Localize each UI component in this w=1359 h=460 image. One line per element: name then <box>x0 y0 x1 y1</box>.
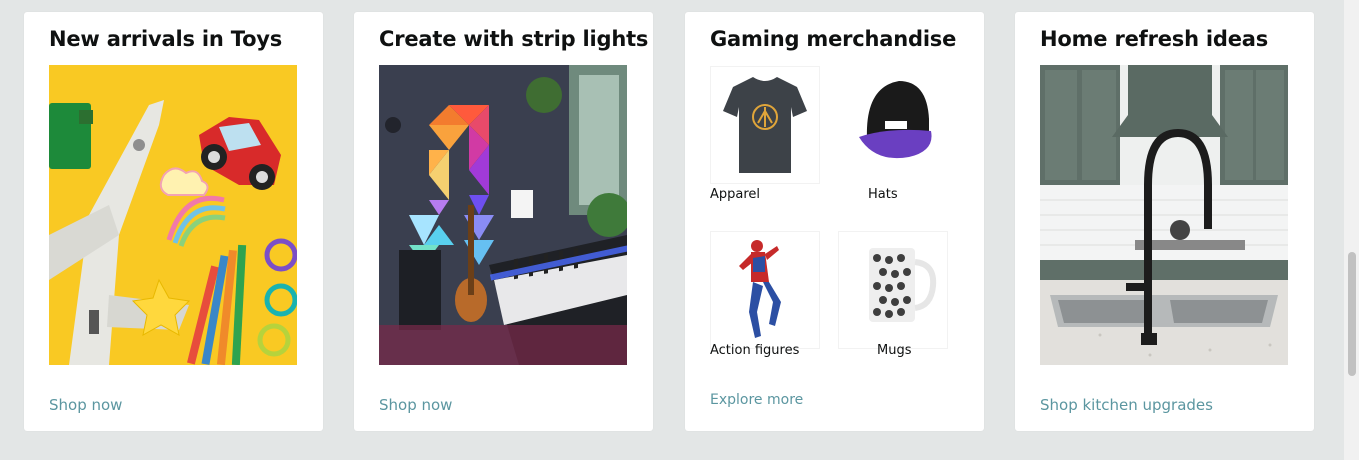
quad-item-action-figures[interactable] <box>710 231 820 349</box>
toys-flatlay-image[interactable] <box>49 65 297 365</box>
shop-now-link[interactable]: Shop now <box>379 396 452 414</box>
spiderman-figure-image[interactable] <box>710 231 820 349</box>
shop-now-link[interactable]: Shop now <box>49 396 122 414</box>
quad-label-mugs[interactable]: Mugs <box>877 343 911 358</box>
explore-more-link[interactable]: Explore more <box>710 392 803 408</box>
card-gaming-merchandise: Gaming merchandise Apparel Hats Action f… <box>685 12 984 431</box>
strip-lights-room-image[interactable] <box>379 65 627 365</box>
page-scrollbar[interactable] <box>1344 0 1359 460</box>
card-title: Home refresh ideas <box>1040 27 1269 51</box>
mug-image[interactable] <box>838 231 948 349</box>
quad-label-action-figures[interactable]: Action figures <box>710 343 799 358</box>
quad-item-apparel[interactable] <box>710 66 820 184</box>
card-strip-lights: Create with strip lights Shop now <box>354 12 653 431</box>
card-title: Gaming merchandise <box>710 27 957 51</box>
card-toys: New arrivals in Toys Shop now <box>24 12 323 431</box>
quad-label-apparel[interactable]: Apparel <box>710 187 760 202</box>
tshirt-image[interactable] <box>710 66 820 184</box>
quad-item-hats[interactable] <box>838 66 948 184</box>
kitchen-faucet-image[interactable] <box>1040 65 1288 365</box>
quad-label-hats[interactable]: Hats <box>868 187 898 202</box>
scrollbar-thumb[interactable] <box>1348 252 1356 376</box>
card-title: Create with strip lights <box>379 27 649 51</box>
cap-image[interactable] <box>838 66 948 184</box>
card-title: New arrivals in Toys <box>49 27 283 51</box>
shop-kitchen-upgrades-link[interactable]: Shop kitchen upgrades <box>1040 396 1213 414</box>
card-home-refresh: Home refresh ideas Shop kitchen upgrades <box>1015 12 1314 431</box>
quad-item-mugs[interactable] <box>838 231 948 349</box>
